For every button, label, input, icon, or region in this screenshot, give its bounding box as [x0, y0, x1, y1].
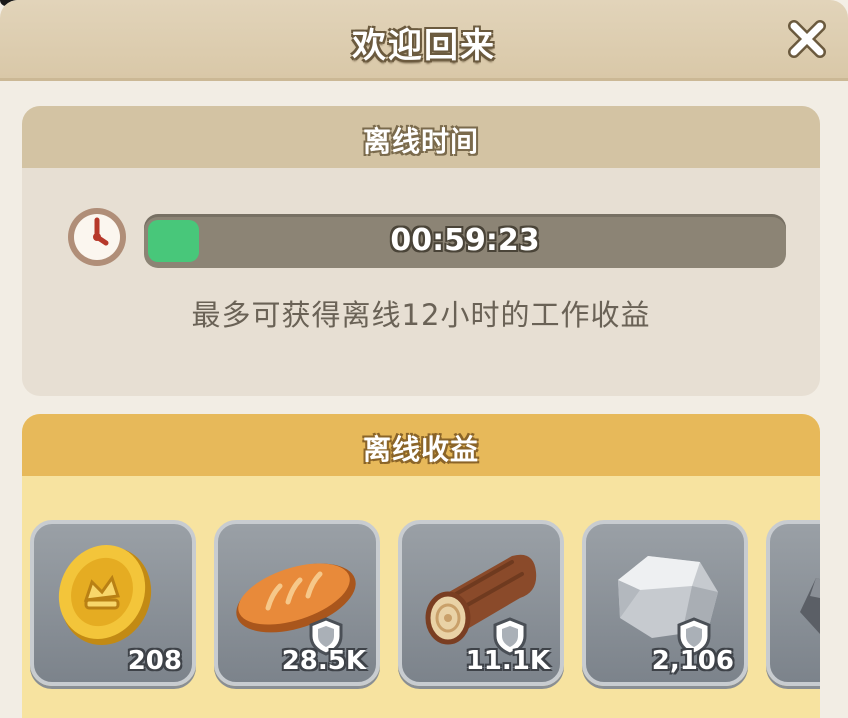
- reward-item-bread[interactable]: 28.5K: [214, 520, 380, 686]
- reward-count: 28.5K: [281, 646, 366, 676]
- close-button[interactable]: [784, 16, 830, 62]
- offline-rewards-section: 离线收益 208 28.5K 11.1K 2,106: [22, 414, 820, 718]
- offline-rewards-header: 离线收益: [22, 414, 820, 476]
- reward-item-wood[interactable]: 11.1K: [398, 520, 564, 686]
- dialog-header: 欢迎回来: [0, 0, 848, 81]
- offline-time-title: 离线时间: [362, 125, 479, 158]
- reward-count: 11.1K: [465, 646, 550, 676]
- reward-item-ore[interactable]: [766, 520, 820, 686]
- dialog-title: 欢迎回来: [352, 26, 496, 66]
- ore-icon: [800, 578, 820, 634]
- reward-count: 2,106: [651, 646, 734, 676]
- clock-icon: [68, 208, 126, 266]
- offline-rewards-title: 离线收益: [362, 433, 479, 466]
- close-x-icon: [788, 20, 826, 58]
- reward-count: 208: [127, 646, 182, 676]
- offline-timer-text: 00:59:23: [390, 223, 540, 258]
- offline-progress-bar: 00:59:23: [144, 214, 786, 268]
- gold-coin-icon: [58, 545, 152, 645]
- offline-time-header: 离线时间: [22, 106, 820, 168]
- offline-limit-note: 最多可获得离线12小时的工作收益: [191, 298, 651, 332]
- reward-items-row: 208 28.5K 11.1K 2,106: [22, 520, 820, 690]
- reward-item-stone[interactable]: 2,106: [582, 520, 748, 686]
- welcome-back-dialog: 欢迎回来 离线时间 00:59:23 最多可获得离线12小时的工作收益 离线收益: [0, 0, 848, 718]
- reward-item-gold[interactable]: 208: [30, 520, 196, 686]
- offline-time-section: 离线时间 00:59:23 最多可获得离线12小时的工作收益: [22, 106, 820, 396]
